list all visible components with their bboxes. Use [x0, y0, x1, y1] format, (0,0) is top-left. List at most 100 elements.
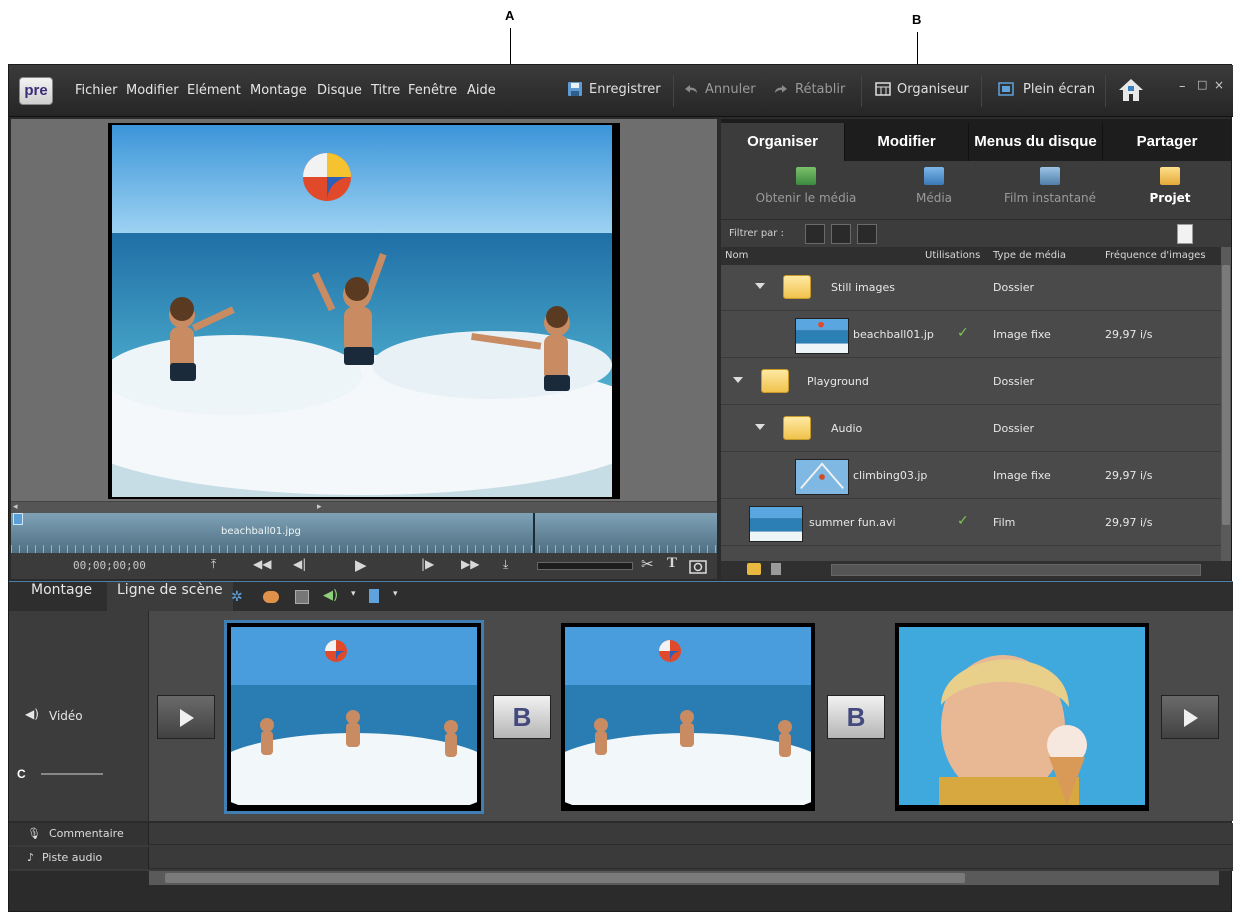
filter-video-icon[interactable] — [805, 224, 825, 244]
scroll-right-icon[interactable]: ▸ — [317, 502, 322, 512]
chevron-down-icon[interactable]: ▾ — [351, 589, 356, 599]
menu-disc[interactable]: Disque — [317, 83, 362, 98]
smart-fix-icon[interactable]: ✲ — [231, 589, 243, 605]
fullscreen-button[interactable]: Plein écran — [995, 81, 1095, 97]
camera-icon[interactable] — [689, 558, 707, 574]
get-media-button[interactable]: Obtenir le média — [731, 167, 881, 205]
media-button[interactable]: Média — [891, 167, 977, 205]
col-type[interactable]: Type de média — [993, 250, 1066, 261]
maximize-icon[interactable]: □ — [1197, 78, 1207, 91]
step-back-icon[interactable]: ◀| — [293, 557, 306, 571]
list-item[interactable]: climbing03.jp Image fixe 29,97 i/s — [721, 453, 1221, 499]
toolbar-divider — [981, 75, 982, 107]
new-item-icon[interactable] — [1177, 224, 1193, 244]
chevron-down-icon[interactable]: ▾ — [393, 589, 398, 599]
checkmark-icon: ✓ — [957, 325, 969, 341]
play-icon[interactable]: ▶ — [355, 556, 367, 574]
narration-track-label: 🎙 Commentaire — [9, 823, 149, 845]
drag-next-clip-here-icon[interactable] — [157, 695, 215, 739]
menu-window[interactable]: Fenêtre — [408, 83, 457, 98]
timecode-display[interactable]: 00;00;00;00 — [73, 559, 146, 572]
narration-track[interactable]: 🎙 Commentaire — [9, 823, 1233, 845]
instant-movie-button[interactable]: Film instantané — [985, 167, 1115, 205]
scroll-thumb[interactable] — [165, 873, 965, 883]
list-item[interactable]: Audio Dossier — [721, 406, 1221, 452]
title-text-icon[interactable]: T — [667, 555, 677, 572]
footer-scrollbar[interactable] — [831, 564, 1201, 576]
list-item[interactable]: summer fun.avi ✓ Film 29,97 i/s — [721, 500, 1221, 546]
fast-forward-icon[interactable]: ▶▶ — [461, 557, 479, 571]
expand-arrow-icon[interactable] — [755, 283, 765, 289]
checkmark-icon: ✓ — [957, 513, 969, 529]
expand-arrow-icon[interactable] — [733, 377, 743, 383]
menu-timeline[interactable]: Montage — [250, 83, 307, 98]
minimize-icon[interactable]: – — [1179, 79, 1186, 94]
transition-icon[interactable]: B — [493, 695, 551, 739]
list-scrollbar[interactable] — [1221, 247, 1231, 561]
menu-help[interactable]: Aide — [467, 83, 496, 98]
menu-title[interactable]: Titre — [371, 83, 400, 98]
transition-icon[interactable]: B — [827, 695, 885, 739]
rewind-icon[interactable]: ◀◀ — [253, 557, 271, 571]
shuttle-slider[interactable] — [537, 562, 633, 570]
get-media-icon — [796, 167, 816, 185]
soundtrack-track[interactable]: ♪ Piste audio — [9, 847, 1233, 869]
scene-clip[interactable] — [227, 623, 481, 811]
thumbnail — [795, 318, 849, 354]
properties-icon[interactable] — [295, 590, 309, 604]
media-label: Média — [915, 191, 953, 205]
menu-file[interactable]: Fichier — [75, 83, 118, 98]
clip-thumbnail — [565, 627, 811, 805]
home-icon[interactable] — [1117, 77, 1145, 103]
tab-sceneline[interactable]: Ligne de scène — [107, 582, 233, 612]
list-item[interactable]: beachball01.jp ✓ Image fixe 29,97 i/s — [721, 312, 1221, 358]
filter-image-icon[interactable] — [857, 224, 877, 244]
sceneline-scrollbar[interactable] — [149, 871, 1219, 885]
project-button[interactable]: Projet — [1125, 167, 1215, 205]
col-name[interactable]: Nom — [725, 250, 748, 261]
new-folder-icon[interactable] — [747, 563, 761, 575]
volume-icon[interactable]: ◀) — [323, 588, 338, 603]
toolbar-divider — [861, 75, 862, 107]
menu-bar: pre Fichier Modifier Elément Montage Dis… — [9, 65, 1233, 117]
scissors-icon[interactable]: ✂ — [641, 555, 654, 573]
monitor-scrollbar[interactable]: ◂ ▸ — [11, 501, 717, 513]
smart-mix-icon[interactable] — [263, 591, 279, 603]
save-button[interactable]: Enregistrer — [567, 81, 661, 97]
tab-disc-menus[interactable]: Menus du disque — [969, 123, 1103, 161]
col-fps[interactable]: Fréquence d'images — [1105, 250, 1206, 261]
scene-clip[interactable] — [895, 623, 1149, 811]
music-icon: ♪ — [27, 851, 35, 864]
redo-button[interactable]: Rétablir — [773, 81, 845, 97]
close-icon[interactable]: × — [1214, 78, 1224, 92]
playhead-marker[interactable] — [13, 513, 23, 525]
tab-edit[interactable]: Modifier — [845, 123, 969, 161]
task-tabs: Organiser Modifier Menus du disque Parta… — [721, 119, 1231, 161]
menu-edit[interactable]: Modifier — [126, 83, 179, 98]
go-to-end-icon[interactable]: ⤓ — [503, 557, 508, 572]
organizer-button[interactable]: Organiseur — [875, 81, 969, 97]
folder-icon — [761, 369, 789, 393]
filter-audio-icon[interactable] — [831, 224, 851, 244]
scroll-left-icon[interactable]: ◂ — [13, 502, 18, 512]
save-icon — [568, 82, 582, 96]
trash-icon[interactable] — [771, 563, 781, 575]
go-to-start-icon[interactable]: ⤒ — [211, 557, 216, 572]
expand-arrow-icon[interactable] — [755, 424, 765, 430]
scroll-thumb[interactable] — [1222, 265, 1230, 525]
item-name: climbing03.jp — [853, 469, 928, 482]
undo-button[interactable]: Annuler — [683, 81, 756, 97]
drag-next-clip-here-icon[interactable] — [1161, 695, 1219, 739]
scene-clip[interactable] — [561, 623, 815, 811]
tab-organize[interactable]: Organiser — [721, 123, 845, 161]
marker-icon[interactable] — [369, 589, 379, 603]
organizer-icon — [875, 82, 891, 96]
step-forward-icon[interactable]: |▶ — [421, 557, 434, 571]
list-item[interactable]: Playground Dossier — [721, 359, 1221, 405]
project-icon — [1160, 167, 1180, 185]
list-item[interactable]: Still images Dossier — [721, 265, 1221, 311]
tab-timeline[interactable]: Montage — [21, 582, 102, 612]
menu-clip[interactable]: Elément — [187, 83, 241, 98]
col-uses[interactable]: Utilisations — [925, 250, 980, 261]
tab-share[interactable]: Partager — [1103, 123, 1231, 161]
